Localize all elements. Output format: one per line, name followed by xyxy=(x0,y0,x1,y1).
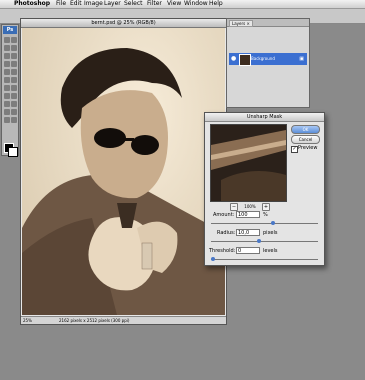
menu-bar: Photoshop File Edit Image Layer Select F… xyxy=(0,0,365,9)
history-brush-tool-icon[interactable] xyxy=(11,69,17,75)
app-menu-photoshop[interactable]: Photoshop xyxy=(14,0,50,8)
lasso-tool-icon[interactable] xyxy=(4,45,10,51)
threshold-input[interactable]: 0 xyxy=(236,247,260,254)
preview-window[interactable] xyxy=(210,124,287,202)
amount-slider[interactable] xyxy=(211,221,318,225)
layer-thumbnail xyxy=(239,54,251,66)
layer-name: Background xyxy=(251,56,275,61)
brush-tool-icon[interactable] xyxy=(11,61,17,67)
notes-tool-icon[interactable] xyxy=(4,109,10,115)
blur-tool-icon[interactable] xyxy=(4,85,10,91)
status-bar: 25% 2162 pixels x 2512 pixels (300 ppi) xyxy=(21,316,226,324)
menu-select[interactable]: Select xyxy=(124,0,143,8)
crop-tool-icon[interactable] xyxy=(4,53,10,59)
portrait-photo-graphic xyxy=(22,48,225,315)
menu-help[interactable]: Help xyxy=(209,0,223,8)
zoom-tool-icon[interactable] xyxy=(11,117,17,123)
preview-zoom-label: 100% xyxy=(244,204,256,209)
menu-file[interactable]: File xyxy=(56,0,66,8)
document-title[interactable]: bernt.psd @ 25% (RGB/8) xyxy=(21,19,226,28)
preview-checkbox-label: Preview xyxy=(298,145,318,151)
healing-brush-tool-icon[interactable] xyxy=(4,61,10,67)
slice-tool-icon[interactable] xyxy=(11,53,17,59)
zoom-in-button[interactable]: + xyxy=(262,203,270,211)
dodge-tool-icon[interactable] xyxy=(11,85,17,91)
toolbox: Ps xyxy=(1,24,19,157)
shape-tool-icon[interactable] xyxy=(11,101,17,107)
document-info: 2162 pixels x 2512 pixels (300 ppi) xyxy=(59,318,130,323)
amount-label: Amount: xyxy=(213,212,235,218)
eyedropper-tool-icon[interactable] xyxy=(11,109,17,115)
preview-checkbox[interactable]: ✓ xyxy=(291,146,298,153)
eye-icon[interactable]: ● xyxy=(231,56,236,62)
menu-edit[interactable]: Edit xyxy=(70,0,82,8)
background-color-swatch[interactable] xyxy=(8,147,18,157)
ok-button[interactable]: OK xyxy=(291,125,320,134)
path-selection-tool-icon[interactable] xyxy=(4,101,10,107)
amount-unit: % xyxy=(263,212,268,218)
preview-graphic xyxy=(211,125,286,201)
clone-stamp-tool-icon[interactable] xyxy=(4,69,10,75)
zoom-level[interactable]: 25% xyxy=(23,317,32,324)
menu-window[interactable]: Window xyxy=(184,0,208,8)
radius-slider-knob[interactable] xyxy=(257,239,261,243)
threshold-label: Threshold: xyxy=(209,248,236,254)
cancel-button[interactable]: Cancel xyxy=(291,135,320,144)
document-window: bernt.psd @ 25% (RGB/8) 25% 2162 pixels … xyxy=(20,18,227,325)
dialog-title: Unsharp Mask xyxy=(205,113,324,122)
amount-input[interactable]: 100 xyxy=(236,211,260,218)
move-tool-icon[interactable] xyxy=(11,37,17,43)
lock-icon: ▣ xyxy=(299,56,304,62)
radius-input[interactable]: 10,0 xyxy=(236,229,260,236)
threshold-unit: levels xyxy=(263,248,278,254)
magic-wand-tool-icon[interactable] xyxy=(11,45,17,51)
hand-tool-icon[interactable] xyxy=(4,117,10,123)
menu-layer[interactable]: Layer xyxy=(104,0,121,8)
radius-slider[interactable] xyxy=(211,239,318,243)
layers-tab[interactable]: Layers × xyxy=(229,20,253,27)
menu-image[interactable]: Image xyxy=(84,0,103,8)
layers-panel-tabbar: Layers × xyxy=(227,19,309,27)
radius-label: Radius: xyxy=(217,230,236,236)
gradient-tool-icon[interactable] xyxy=(11,77,17,83)
layer-row-background[interactable]: ● Background ▣ xyxy=(229,53,307,66)
threshold-slider[interactable] xyxy=(211,257,318,261)
eraser-tool-icon[interactable] xyxy=(4,77,10,83)
zoom-out-button[interactable]: − xyxy=(230,203,238,211)
threshold-slider-knob[interactable] xyxy=(211,257,215,261)
portrait-photo[interactable] xyxy=(22,28,225,315)
menu-view[interactable]: View xyxy=(167,0,181,8)
pen-tool-icon[interactable] xyxy=(4,93,10,99)
type-tool-icon[interactable] xyxy=(11,93,17,99)
marquee-tool-icon[interactable] xyxy=(4,37,10,43)
unsharp-mask-dialog: Unsharp Mask − 100% + OK Cancel ✓ Previe… xyxy=(204,112,325,266)
radius-unit: pixels xyxy=(263,230,278,236)
amount-slider-knob[interactable] xyxy=(271,221,275,225)
layers-panel: Layers × ● Background ▣ xyxy=(226,18,310,108)
menu-filter[interactable]: Filter xyxy=(147,0,162,8)
photoshop-logo: Ps xyxy=(3,26,17,34)
